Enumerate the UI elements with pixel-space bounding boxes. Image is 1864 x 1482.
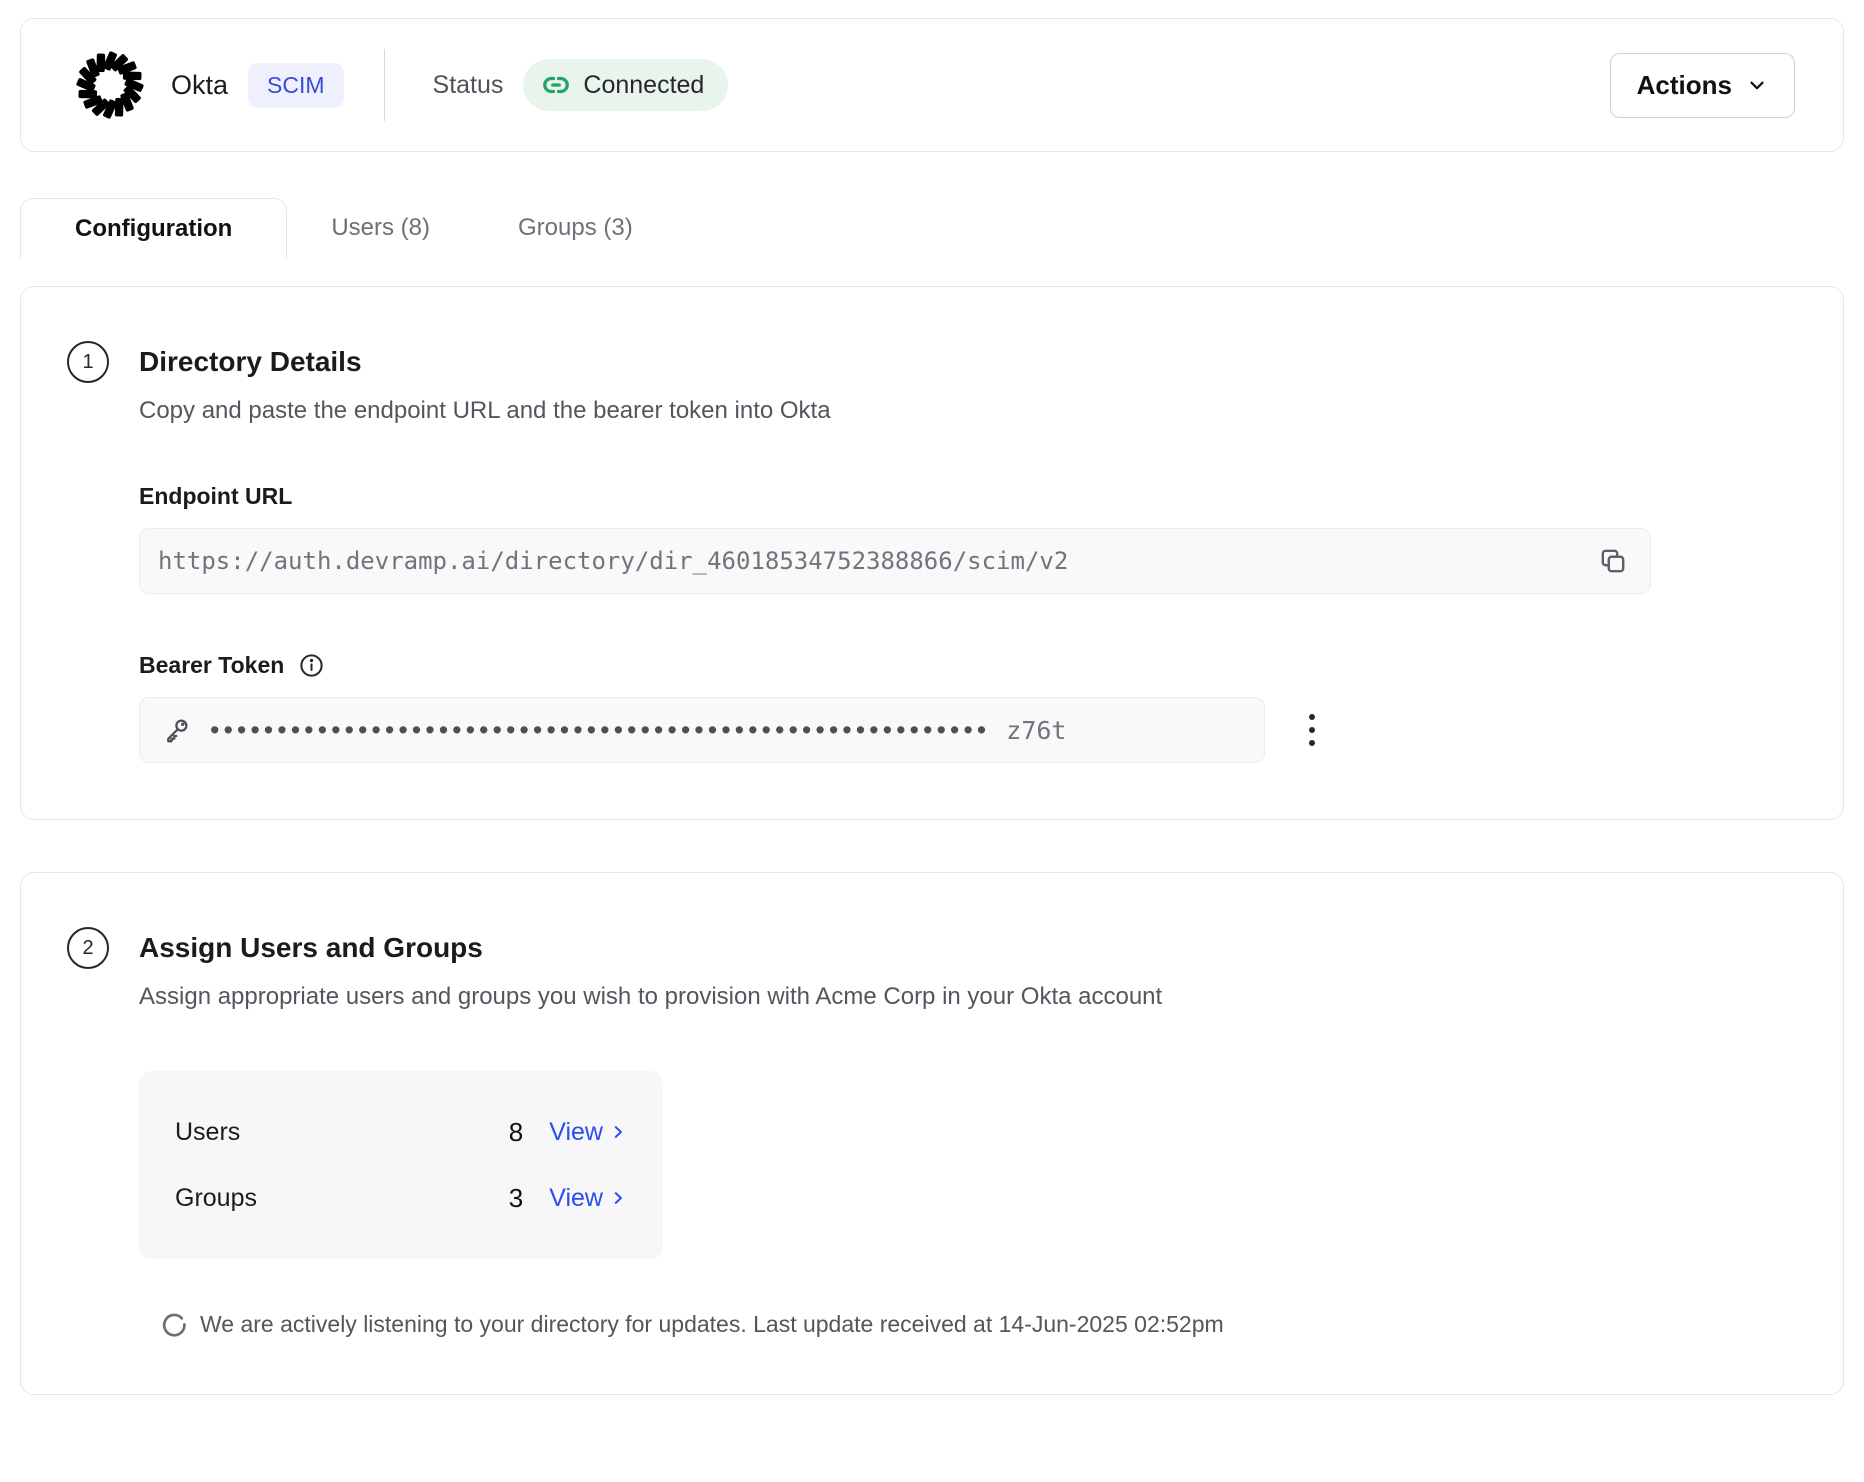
chevron-right-icon	[609, 1189, 627, 1207]
info-icon[interactable]	[298, 652, 325, 679]
assign-users-groups-card: 2 Assign Users and Groups Assign appropr…	[20, 872, 1844, 1395]
okta-logo-icon	[73, 48, 147, 122]
provider-name: Okta	[171, 70, 228, 101]
step-number-badge: 1	[67, 341, 109, 383]
groups-row: Groups 3 View	[139, 1165, 663, 1231]
key-icon	[162, 715, 192, 745]
status-badge: Connected	[523, 59, 728, 111]
header-divider	[384, 49, 385, 121]
actions-button[interactable]: Actions	[1610, 53, 1795, 118]
groups-count: 3	[509, 1183, 523, 1214]
bearer-token-suffix: z76t	[1006, 716, 1066, 745]
users-row-label: Users	[175, 1118, 240, 1147]
copy-icon	[1596, 544, 1630, 578]
status-value: Connected	[583, 71, 704, 100]
chevron-right-icon	[609, 1123, 627, 1141]
protocol-badge: SCIM	[248, 63, 344, 108]
directory-header-card: Okta SCIM Status Connected Actions	[20, 18, 1844, 152]
tab-users[interactable]: Users (8)	[287, 198, 474, 258]
step-number-badge: 2	[67, 927, 109, 969]
status-label: Status	[433, 71, 504, 100]
users-count: 8	[509, 1117, 523, 1148]
directory-details-card: 1 Directory Details Copy and paste the e…	[20, 286, 1844, 820]
view-groups-link[interactable]: View	[549, 1184, 627, 1213]
assign-summary-panel: Users 8 View Groups 3 View	[139, 1071, 663, 1259]
tab-bar: Configuration Users (8) Groups (3)	[20, 198, 1844, 258]
spinner-icon	[161, 1311, 188, 1338]
tab-configuration[interactable]: Configuration	[20, 198, 287, 258]
listening-status: We are actively listening to your direct…	[161, 1311, 1843, 1338]
bearer-token-label: Bearer Token	[139, 652, 1843, 679]
scim-directory-page: Okta SCIM Status Connected Actions	[0, 0, 1864, 1482]
endpoint-url-field: https://auth.devramp.ai/directory/dir_46…	[139, 528, 1651, 594]
tab-groups[interactable]: Groups (3)	[474, 198, 677, 258]
section-title: Directory Details	[139, 346, 362, 378]
view-users-link[interactable]: View	[549, 1118, 627, 1147]
endpoint-url-label: Endpoint URL	[139, 483, 1843, 510]
endpoint-url-value: https://auth.devramp.ai/directory/dir_46…	[158, 547, 1068, 575]
actions-button-label: Actions	[1637, 70, 1732, 101]
copy-endpoint-button[interactable]	[1590, 538, 1636, 584]
chevron-down-icon	[1746, 74, 1768, 96]
token-menu-button[interactable]	[1303, 708, 1321, 752]
section-description: Copy and paste the endpoint URL and the …	[139, 397, 1843, 425]
link-icon	[541, 70, 571, 100]
users-row: Users 8 View	[139, 1099, 663, 1165]
bearer-token-field: ••••••••••••••••••••••••••••••••••••••••…	[139, 697, 1265, 763]
listening-status-text: We are actively listening to your direct…	[200, 1311, 1224, 1338]
section-description: Assign appropriate users and groups you …	[139, 983, 1843, 1011]
groups-row-label: Groups	[175, 1184, 257, 1213]
section-title: Assign Users and Groups	[139, 932, 483, 964]
bearer-token-masked: ••••••••••••••••••••••••••••••••••••••••…	[210, 717, 990, 744]
